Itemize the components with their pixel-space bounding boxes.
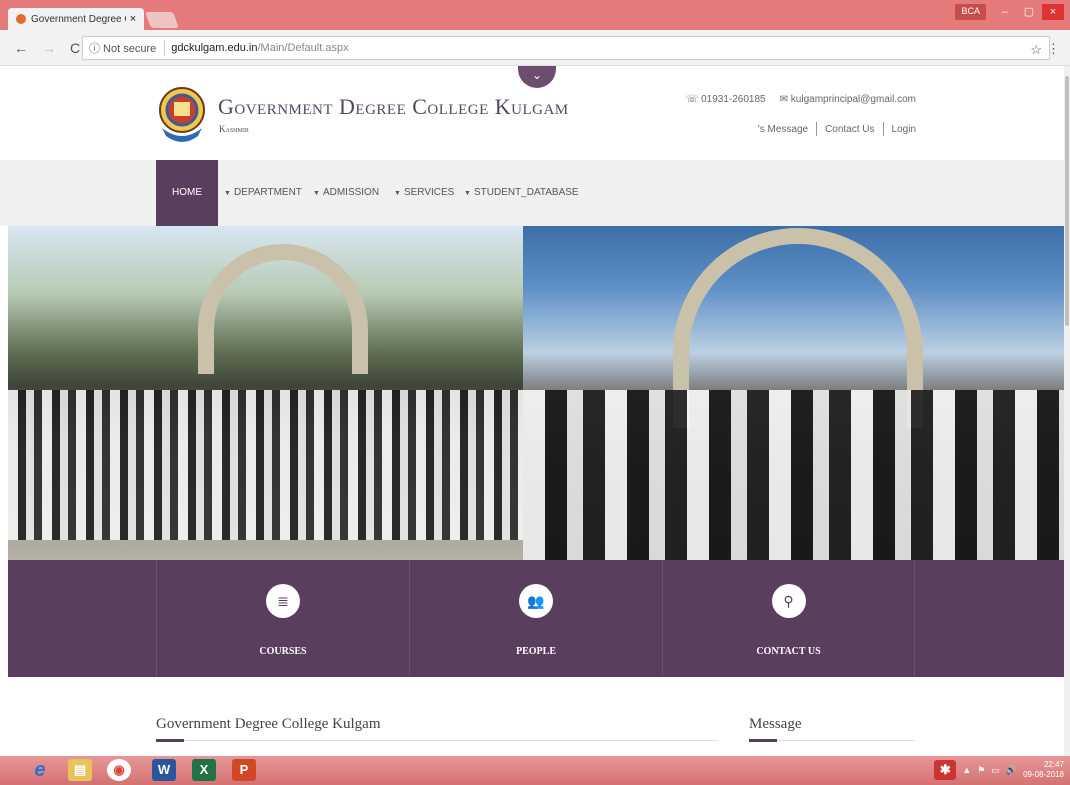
site-subtitle: Kashmir [219,124,249,134]
maximize-button[interactable]: ▢ [1018,4,1040,20]
link-divider [882,122,884,136]
network-icon[interactable]: ▭ [991,765,1000,776]
bookmark-star-icon[interactable]: ☆ [1030,42,1042,58]
page-scrollbar[interactable] [1064,66,1070,756]
tray-expand-icon[interactable]: ▲ [962,765,971,775]
students-crowd [523,390,1064,560]
courses-icon: ≣ [266,584,300,618]
hero-photo-left [8,226,523,560]
caret-down-icon: ▼ [394,190,401,197]
mail-icon: ✉ [779,94,791,105]
feature-contact-us[interactable]: ⚲ CONTACT US [662,560,915,677]
location-pin-icon: ⚲ [771,584,806,618]
nav-home[interactable]: HOME [156,160,218,226]
nav-department-label: DEPARTMENT [233,187,302,198]
phone-item[interactable]: ☏ 01931-260185 [686,94,766,105]
about-section-title: Government Degree College Kulgam [156,716,381,732]
user-profile-badge[interactable]: BCA [955,4,986,20]
site-favicon-icon [16,14,26,24]
nav-home-label: HOME [172,187,202,198]
address-bar-row: ← → C ⓘ Not secure gdckulgam.edu.in/Main… [0,30,1070,66]
tab-title: Government Degree Coll [31,13,126,25]
people-icon: 👥 [519,584,553,618]
feature-contact-us-label: CONTACT US [756,646,821,657]
feature-strip: ≣ COURSES 👥 PEOPLE ⚲ CONTACT US [8,560,1064,677]
feature-people-label: PEOPLE [515,646,556,657]
back-arrow-icon[interactable]: ← [14,40,28,56]
internet-explorer-icon[interactable]: e [28,759,52,781]
reload-icon[interactable]: C [70,40,80,56]
section-divider [156,740,718,741]
caret-down-icon: ▼ [313,190,320,197]
nav-student-database[interactable]: ▼ STUDENT_DATABASE [464,160,579,226]
phone-icon: ☏ [685,94,702,105]
nav-services[interactable]: ▼ SERVICES [394,160,454,226]
volume-icon[interactable]: 🔊 [1006,765,1017,776]
feature-courses[interactable]: ≣ COURSES [156,560,409,677]
close-window-button[interactable]: × [1042,4,1064,20]
clock-time: 22:47 [1043,760,1064,769]
caret-down-icon: ▼ [224,190,231,197]
hero-banner [8,226,1064,560]
browser-tab[interactable]: Government Degree Coll × [8,8,144,30]
clock-date: 09-08-2018 [1023,770,1064,779]
section-accent-bar [749,739,777,742]
contact-info: ☏ 01931-260185 ✉ kulgamprincipal@gmail.c… [686,94,916,105]
section-accent-bar [156,739,184,742]
word-icon[interactable]: W [152,759,176,781]
powerpoint-icon[interactable]: P [232,759,256,781]
nav-department[interactable]: ▼ DEPARTMENT [224,160,302,226]
excel-icon[interactable]: X [192,759,216,781]
nav-admission-label: ADMISSION [322,187,380,198]
flag-icon[interactable]: ⚑ [977,765,985,776]
college-gate-arch [198,244,368,374]
nav-student-database-label: STUDENT_DATABASE [473,187,579,198]
nav-admission[interactable]: ▼ ADMISSION [313,160,379,226]
window-controls: BCA – ▢ × [955,4,1064,20]
link-divider [816,122,818,136]
college-logo[interactable] [158,84,206,146]
windows-taskbar: e ▤ ◉ W X P ✱ ▲ ⚑ ▭ 🔊 22:47 09-08-2018 [0,756,1070,785]
system-clock[interactable]: 22:47 09-08-2018 [1023,760,1064,780]
system-tray: ✱ ▲ ⚑ ▭ 🔊 22:47 09-08-2018 [934,760,1064,780]
contact-us-link[interactable]: Contact Us [825,124,874,135]
forward-arrow-icon[interactable]: → [42,40,56,56]
url-input[interactable]: ⓘ Not secure gdckulgam.edu.in/Main/Defau… [82,36,1050,60]
browser-nav-buttons: ← → C [14,40,80,56]
email-item[interactable]: ✉ kulgamprincipal@gmail.com [780,94,916,105]
url-text: gdckulgam.edu.in/Main/Default.aspx [165,42,348,54]
main-nav: HOME ▼ DEPARTMENT ▼ ADMISSION ▼ SERVICES ▼ S… [0,160,1064,226]
url-host: gdckulgam.edu.in [171,42,258,54]
web-page: Government Degree College Kulgam Kashmir… [0,66,1064,756]
nav-services-label: SERVICES [403,187,455,198]
site-title[interactable]: Government Degree College Kulgam [218,94,569,120]
scrollbar-thumb[interactable] [1065,76,1069,326]
tab-close-icon[interactable]: × [126,13,140,25]
not-secure-indicator[interactable]: ⓘ Not secure [89,40,166,56]
file-explorer-icon[interactable]: ▤ [68,759,92,781]
login-link[interactable]: Login [892,124,916,135]
caret-down-icon: ▼ [464,190,471,197]
browser-menu-icon[interactable]: ⋮ [1047,41,1060,57]
browser-tab-bar: Government Degree Coll × BCA – ▢ × [0,0,1070,30]
email-address: kulgamprincipal@gmail.com [790,94,916,105]
notification-app-icon[interactable]: ✱ [934,760,957,780]
minimize-button[interactable]: – [994,4,1016,20]
feature-people[interactable]: 👥 PEOPLE [409,560,662,677]
feature-courses-label: COURSES [259,646,307,657]
message-link[interactable]: 's Message [758,124,808,135]
chrome-icon[interactable]: ◉ [107,759,131,781]
message-section-title: Message [749,716,802,732]
students-crowd [8,390,523,540]
url-path: /Main/Default.aspx [257,42,349,54]
new-tab-button[interactable] [145,12,179,28]
hero-photo-right [523,226,1064,560]
header-links: 's Message Contact Us Login [758,122,916,136]
phone-number: 01931-260185 [701,94,766,105]
